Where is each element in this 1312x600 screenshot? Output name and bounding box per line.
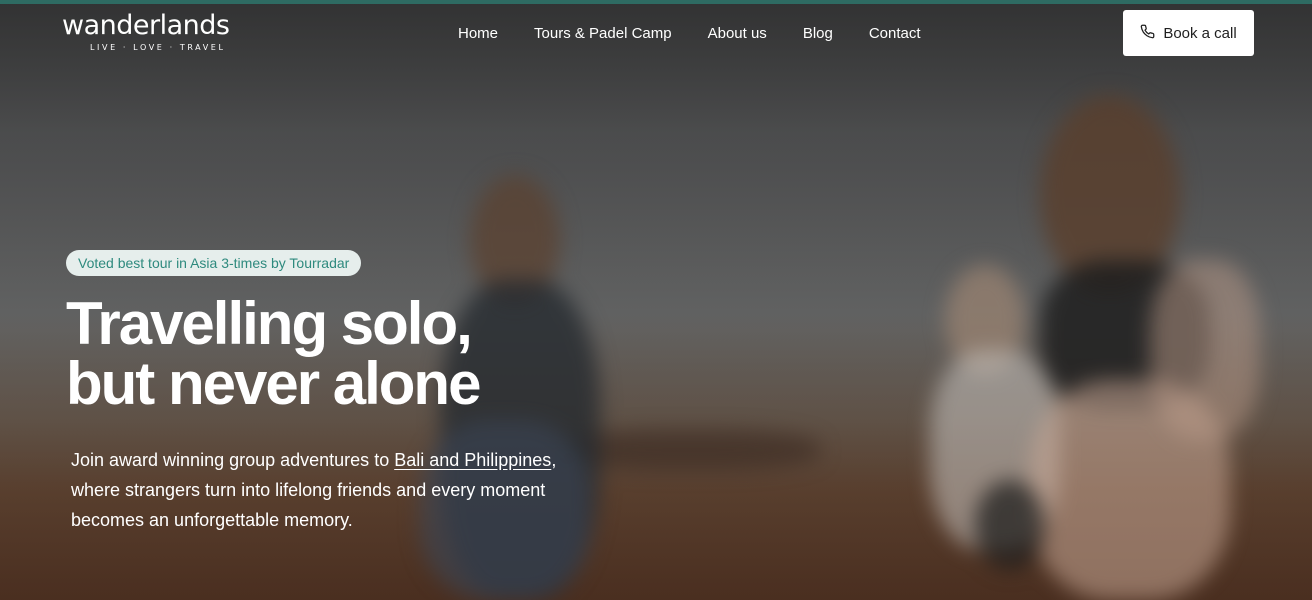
hero-description: Join award winning group adventures to B… <box>71 445 591 535</box>
main-nav: Home Tours & Padel Camp About us Blog Co… <box>458 24 957 44</box>
hero-headline-line-2: but never alone <box>66 350 481 417</box>
hero-headline: Travelling solo, but never alone <box>66 290 481 417</box>
nav-item-contact[interactable]: Contact <box>869 24 921 44</box>
nav-item-tours-padel-camp[interactable]: Tours & Padel Camp <box>534 24 672 44</box>
nav-item-about-us[interactable]: About us <box>708 24 767 44</box>
hero-description-before: Join award winning group adventures to <box>71 450 395 470</box>
brand-logo[interactable]: wanderlands LIVE · LOVE · TRAVEL <box>62 10 230 53</box>
top-accent-stripe <box>0 0 1312 4</box>
hero-headline-line-1: Travelling solo, <box>66 290 473 357</box>
page: wanderlands LIVE · LOVE · TRAVEL Home To… <box>0 0 1312 600</box>
nav-item-home[interactable]: Home <box>458 24 498 44</box>
book-a-call-button[interactable]: Book a call <box>1123 10 1254 56</box>
brand-name: wanderlands <box>62 10 230 41</box>
book-a-call-label: Book a call <box>1163 24 1237 42</box>
award-badge: Voted best tour in Asia 3-times by Tourr… <box>66 250 362 276</box>
brand-tagline: LIVE · LOVE · TRAVEL <box>90 43 226 52</box>
nav-item-blog[interactable]: Blog <box>803 24 833 44</box>
phone-icon <box>1140 24 1155 43</box>
bali-philippines-link[interactable]: Bali and Philippines <box>394 450 551 470</box>
